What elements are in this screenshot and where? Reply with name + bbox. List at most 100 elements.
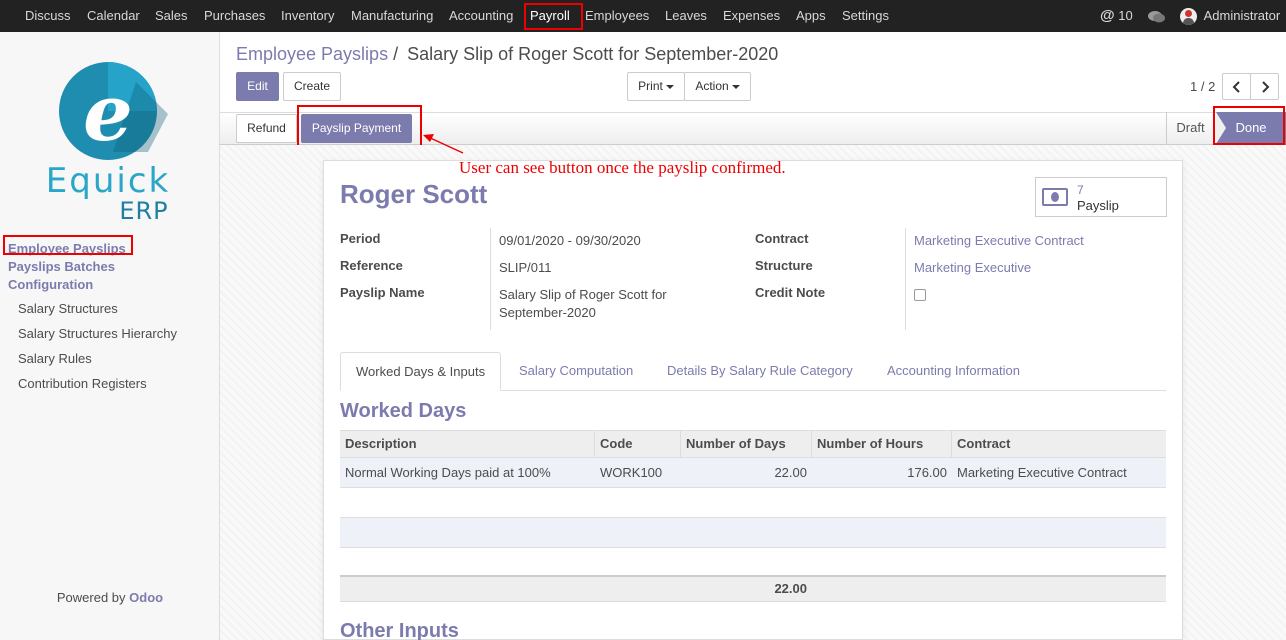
print-label: Print — [638, 79, 663, 93]
caret-down-icon — [665, 84, 674, 89]
tab-worked-days-inputs[interactable]: Worked Days & Inputs — [340, 352, 502, 391]
sidebar-item-salary-structures-hierarchy[interactable]: Salary Structures Hierarchy — [18, 326, 177, 341]
status-draft[interactable]: Draft — [1166, 112, 1214, 145]
worked-days-table-header: Description Code Number of Days Number o… — [340, 430, 1166, 458]
column-code[interactable]: Code — [595, 431, 681, 458]
row-description: Normal Working Days paid at 100% — [345, 465, 551, 480]
chevron-right-icon — [1261, 81, 1269, 93]
payslip-name-label: Payslip Name — [340, 285, 425, 300]
menu-accounting[interactable]: Accounting — [449, 0, 513, 32]
worked-days-title: Worked Days — [340, 400, 467, 422]
breadcrumb: Employee Payslips / Salary Slip of Roger… — [236, 44, 778, 65]
contract-label: Contract — [755, 231, 809, 246]
breadcrumb-separator: / — [393, 44, 399, 64]
money-icon — [1042, 188, 1068, 206]
credit-note-checkbox[interactable] — [914, 289, 926, 301]
structure-label: Structure — [755, 258, 813, 273]
mentions-indicator[interactable]: @ 10 — [1100, 0, 1133, 32]
column-contract[interactable]: Contract — [952, 431, 1166, 458]
breadcrumb-current: Salary Slip of Roger Scott for September… — [407, 44, 779, 64]
pager-next-button[interactable] — [1250, 73, 1279, 100]
svg-text:e: e — [83, 68, 133, 159]
action-label: Action — [695, 79, 729, 93]
pager-previous-button[interactable] — [1222, 73, 1251, 100]
tab-details-by-salary-rule-category[interactable]: Details By Salary Rule Category — [652, 352, 868, 391]
employee-payslips-highlight-box — [3, 235, 133, 255]
payslip-count-button[interactable]: 7 Payslip — [1035, 177, 1167, 217]
menu-leaves[interactable]: Leaves — [665, 0, 707, 32]
chat-icon[interactable] — [1148, 0, 1165, 32]
reference-label: Reference — [340, 258, 403, 273]
avatar — [1180, 8, 1197, 26]
period-label: Period — [340, 231, 381, 246]
svg-text:ERP: ERP — [119, 197, 168, 222]
table-row[interactable]: Normal Working Days paid at 100% WORK100… — [340, 458, 1166, 488]
sidebar-item-salary-structures[interactable]: Salary Structures — [18, 301, 118, 316]
user-name: Administrator — [1203, 8, 1281, 23]
other-inputs-title: Other Inputs — [340, 620, 459, 640]
period-value: 09/01/2020 - 09/30/2020 — [499, 233, 641, 248]
row-contract: Marketing Executive Contract — [957, 465, 1127, 480]
menu-settings[interactable]: Settings — [842, 0, 889, 32]
menu-calendar[interactable]: Calendar — [87, 0, 140, 32]
action-dropdown[interactable]: Action — [684, 72, 751, 101]
empty-row — [340, 518, 1166, 548]
tab-accounting-information[interactable]: Accounting Information — [872, 352, 1035, 391]
menu-employees[interactable]: Employees — [585, 0, 649, 32]
credit-note-label: Credit Note — [755, 285, 826, 300]
chevron-left-icon — [1232, 81, 1240, 93]
empty-row — [340, 488, 1166, 518]
powered-by: Powered by Odoo — [0, 590, 220, 605]
menu-apps[interactable]: Apps — [796, 0, 826, 32]
menu-manufacturing[interactable]: Manufacturing — [351, 0, 433, 32]
pager-value: 1 / 2 — [1190, 79, 1216, 94]
row-hours: 176.00 — [907, 465, 947, 480]
menu-expenses[interactable]: Expenses — [723, 0, 780, 32]
contract-link[interactable]: Marketing Executive Contract — [914, 233, 1084, 248]
empty-row — [340, 548, 1166, 578]
row-days: 22.00 — [774, 465, 807, 480]
column-number-of-days[interactable]: Number of Days — [681, 431, 812, 458]
refund-button[interactable]: Refund — [236, 114, 297, 143]
structure-link[interactable]: Marketing Executive — [914, 260, 1031, 275]
column-description[interactable]: Description — [340, 431, 595, 458]
reference-value: SLIP/011 — [499, 260, 552, 275]
sidebar-item-salary-rules[interactable]: Salary Rules — [18, 351, 92, 366]
tab-salary-computation[interactable]: Salary Computation — [504, 352, 648, 391]
payroll-highlight-box — [524, 3, 583, 30]
equick-erp-logo: e Equick ERP — [38, 62, 183, 225]
worked-days-table-footer: 22.00 — [340, 575, 1166, 602]
at-icon: @ — [1100, 7, 1115, 24]
payslip-count-label: Payslip — [1077, 198, 1119, 213]
employee-name: Roger Scott — [340, 179, 488, 209]
field-divider — [490, 228, 491, 330]
create-button[interactable]: Create — [283, 72, 341, 101]
sidebar-item-contribution-registers[interactable]: Contribution Registers — [18, 376, 147, 391]
payslip-name-value-line1: Salary Slip of Roger Scott for — [499, 287, 667, 302]
caret-down-icon — [731, 84, 740, 89]
breadcrumb-parent[interactable]: Employee Payslips — [236, 44, 388, 64]
messages-count: 10 — [1118, 8, 1133, 23]
user-menu[interactable]: Administrator — [1180, 0, 1280, 32]
menu-sales[interactable]: Sales — [155, 0, 188, 32]
menu-inventory[interactable]: Inventory — [281, 0, 334, 32]
annotation-text: User can see button once the payslip con… — [459, 158, 786, 177]
column-number-of-hours[interactable]: Number of Hours — [812, 431, 952, 458]
menu-purchases[interactable]: Purchases — [204, 0, 265, 32]
svg-text:Equick: Equick — [46, 161, 170, 201]
row-code: WORK100 — [600, 465, 663, 480]
payslip-name-value-line2: September-2020 — [499, 305, 596, 320]
powered-by-label: Powered by — [56, 590, 126, 605]
print-dropdown[interactable]: Print — [627, 72, 685, 101]
sidebar-item-payslips-batches[interactable]: Payslips Batches — [8, 259, 115, 274]
menu-discuss[interactable]: Discuss — [25, 0, 71, 32]
top-navbar: Discuss Calendar Sales Purchases Invento… — [0, 0, 1286, 32]
sidebar-item-configuration[interactable]: Configuration — [8, 277, 93, 292]
total-days: 22.00 — [774, 581, 807, 596]
edit-button[interactable]: Edit — [236, 72, 279, 101]
odoo-link[interactable]: Odoo — [129, 590, 163, 605]
field-divider — [905, 228, 906, 330]
done-highlight-box — [1213, 106, 1285, 145]
payslip-count: 7 — [1077, 183, 1084, 197]
annotation-arrow — [423, 134, 464, 154]
